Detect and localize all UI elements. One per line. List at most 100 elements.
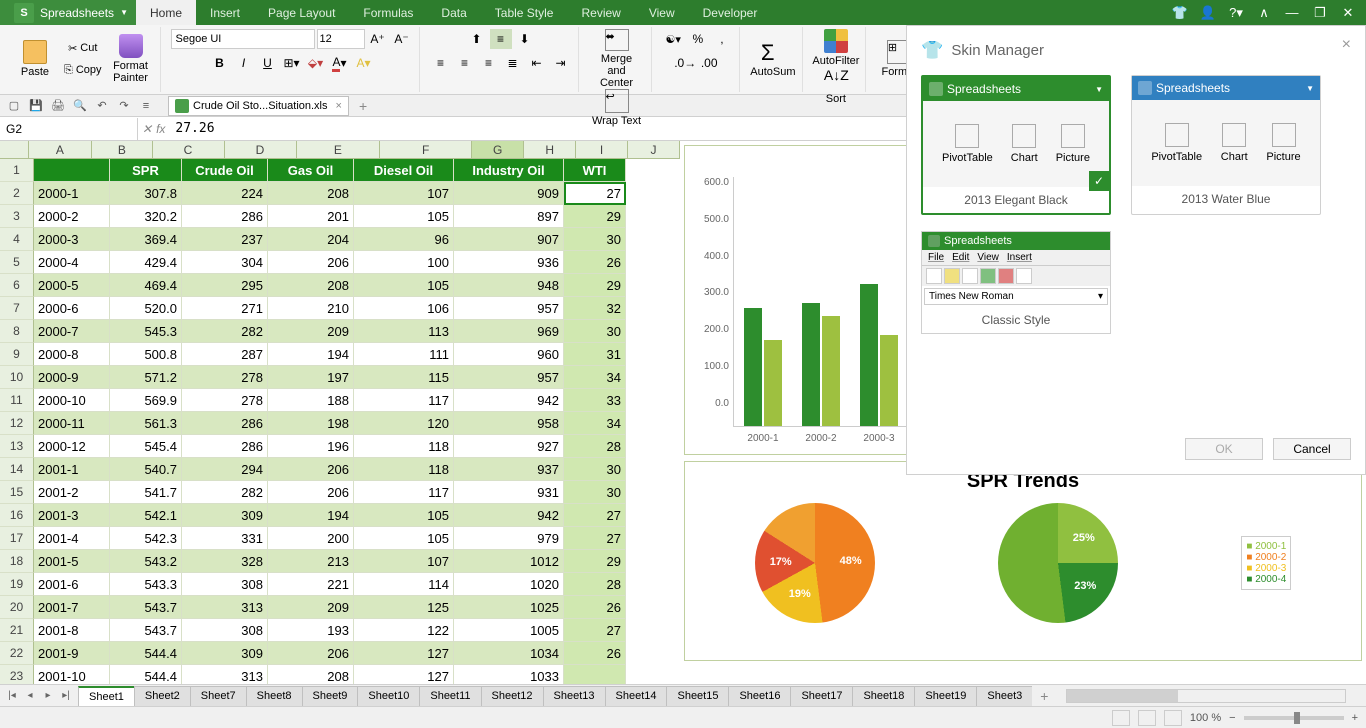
cell[interactable]: 125 — [354, 596, 454, 619]
row-header[interactable]: 17 — [0, 527, 34, 550]
cell[interactable]: 208 — [268, 274, 354, 297]
sheet-tab[interactable]: Sheet2 — [134, 686, 191, 706]
app-menu-button[interactable]: S Spreadsheets ▼ — [0, 0, 136, 25]
cell[interactable]: 206 — [268, 642, 354, 665]
col-header-F[interactable]: F — [380, 141, 472, 158]
cell[interactable]: 569.9 — [110, 389, 182, 412]
cell[interactable]: 208 — [268, 182, 354, 205]
sheet-nav-prev[interactable]: ◂ — [22, 690, 38, 701]
cell[interactable]: 118 — [354, 458, 454, 481]
cell[interactable]: 34 — [564, 366, 626, 389]
row-header[interactable]: 23 — [0, 665, 34, 684]
cell[interactable]: 206 — [268, 481, 354, 504]
cell[interactable]: 897 — [454, 205, 564, 228]
cell[interactable]: 213 — [268, 550, 354, 573]
cell[interactable] — [564, 665, 626, 684]
help-icon[interactable]: ?▾ — [1224, 5, 1248, 21]
cell[interactable]: 27 — [564, 182, 626, 205]
cell[interactable]: 31 — [564, 343, 626, 366]
menu-tab-page-layout[interactable]: Page Layout — [254, 0, 349, 25]
sheet-tab[interactable]: Sheet9 — [302, 686, 359, 706]
col-header-B[interactable]: B — [92, 141, 152, 158]
cell[interactable]: 543.3 — [110, 573, 182, 596]
file-tab-close[interactable]: × — [336, 100, 342, 112]
cell[interactable]: 286 — [182, 205, 268, 228]
cell[interactable]: 27 — [564, 619, 626, 642]
col-header-I[interactable]: I — [576, 141, 628, 158]
col-header-C[interactable]: C — [153, 141, 225, 158]
cell[interactable]: 33 — [564, 389, 626, 412]
cell[interactable]: 29 — [564, 550, 626, 573]
cell[interactable]: 931 — [454, 481, 564, 504]
cell[interactable]: 117 — [354, 389, 454, 412]
cell[interactable]: 209 — [268, 596, 354, 619]
align-justify-button[interactable]: ≣ — [502, 53, 524, 73]
cell[interactable]: 948 — [454, 274, 564, 297]
cell[interactable]: 294 — [182, 458, 268, 481]
align-top-button[interactable]: ⬆ — [466, 29, 488, 49]
cell[interactable]: 26 — [564, 596, 626, 619]
maximize-icon[interactable]: ❐ — [1308, 5, 1332, 21]
cell[interactable]: 120 — [354, 412, 454, 435]
cell[interactable]: 34 — [564, 412, 626, 435]
cell[interactable]: 286 — [182, 412, 268, 435]
cell[interactable]: 30 — [564, 458, 626, 481]
cell[interactable]: 221 — [268, 573, 354, 596]
copy-button[interactable]: ⎘ Copy — [60, 60, 106, 80]
cell[interactable]: 28 — [564, 573, 626, 596]
col-header-E[interactable]: E — [297, 141, 381, 158]
bold-button[interactable]: B — [209, 53, 231, 73]
merge-center-button[interactable]: ⬌ Merge and Center — [594, 29, 640, 89]
cell[interactable]: 26 — [564, 251, 626, 274]
cell[interactable]: 206 — [268, 251, 354, 274]
cell[interactable]: 106 — [354, 297, 454, 320]
skin-card-classic[interactable]: Spreadsheets FileEditViewInsert Times Ne… — [921, 231, 1111, 334]
cell[interactable]: 28 — [564, 435, 626, 458]
row-header[interactable]: 13 — [0, 435, 34, 458]
cell[interactable]: 979 — [454, 527, 564, 550]
row-header[interactable]: 20 — [0, 596, 34, 619]
col-header-A[interactable]: A — [29, 141, 93, 158]
font-size-select[interactable] — [317, 29, 365, 49]
qa-undo-button[interactable]: ↶ — [92, 97, 112, 115]
cell[interactable]: 114 — [354, 573, 454, 596]
cell[interactable]: 331 — [182, 527, 268, 550]
sheet-tab[interactable]: Sheet12 — [481, 686, 544, 706]
sheet-tab[interactable]: Sheet7 — [190, 686, 247, 706]
cell[interactable]: 2001-2 — [34, 481, 110, 504]
decimal-inc-button[interactable]: .0→ — [674, 53, 696, 73]
fill-color-button[interactable]: ⬙▾ — [305, 53, 327, 73]
cell[interactable]: 320.2 — [110, 205, 182, 228]
indent-inc-button[interactable]: ⇥ — [550, 53, 572, 73]
cell[interactable]: 30 — [564, 481, 626, 504]
cell[interactable]: 105 — [354, 504, 454, 527]
cut-button[interactable]: ✂ Cut — [60, 38, 106, 58]
menu-tab-review[interactable]: Review — [567, 0, 634, 25]
cell[interactable]: 2000-6 — [34, 297, 110, 320]
align-center-button[interactable]: ≡ — [454, 53, 476, 73]
cell[interactable]: 328 — [182, 550, 268, 573]
cell[interactable]: 307.8 — [110, 182, 182, 205]
currency-button[interactable]: ☯▾ — [662, 29, 685, 49]
cell[interactable]: 309 — [182, 642, 268, 665]
cell[interactable]: 308 — [182, 619, 268, 642]
cell[interactable]: 2001-6 — [34, 573, 110, 596]
cell[interactable]: 937 — [454, 458, 564, 481]
row-header[interactable]: 8 — [0, 320, 34, 343]
cell[interactable]: 105 — [354, 205, 454, 228]
paste-button[interactable]: Paste — [12, 29, 58, 89]
cell[interactable]: 2000-9 — [34, 366, 110, 389]
cell[interactable]: 1034 — [454, 642, 564, 665]
cell[interactable]: 287 — [182, 343, 268, 366]
cell[interactable]: 969 — [454, 320, 564, 343]
cell[interactable]: 127 — [354, 642, 454, 665]
header-cell[interactable]: Industry Oil — [454, 159, 564, 182]
underline-button[interactable]: U — [257, 53, 279, 73]
comma-button[interactable]: , — [711, 29, 733, 49]
col-header-G[interactable]: G — [472, 141, 524, 158]
row-header[interactable]: 1 — [0, 159, 34, 182]
align-right-button[interactable]: ≡ — [478, 53, 500, 73]
cell[interactable]: 540.7 — [110, 458, 182, 481]
cell[interactable]: 210 — [268, 297, 354, 320]
qa-more-button[interactable]: ≡ — [136, 97, 156, 115]
